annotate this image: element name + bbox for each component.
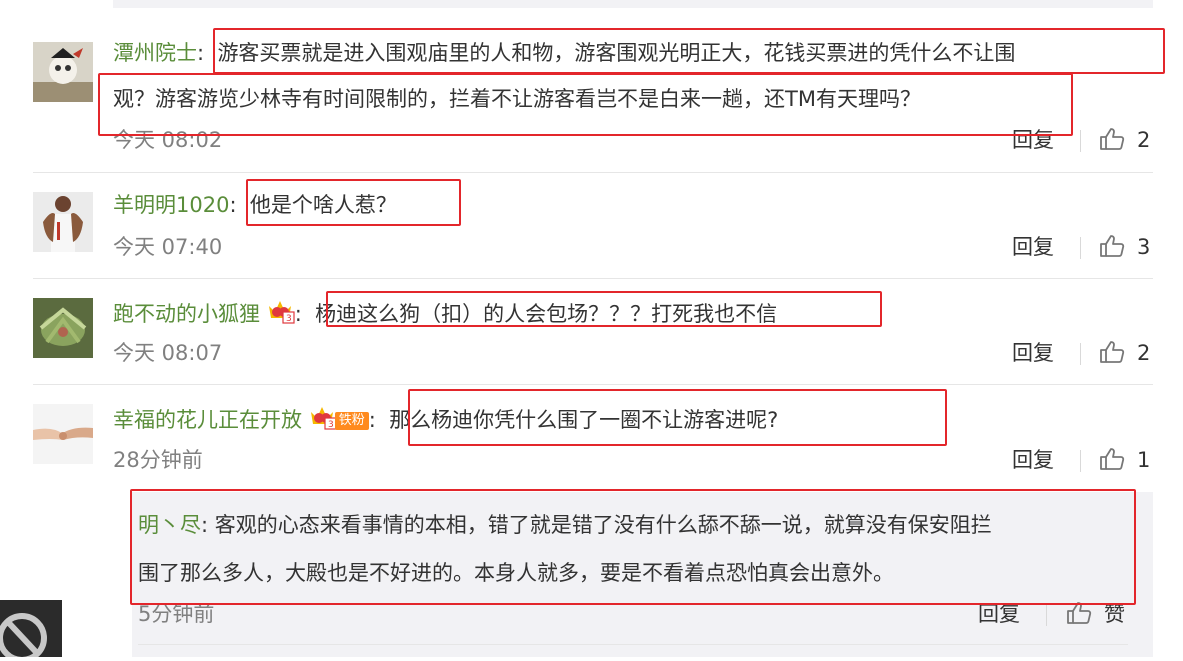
like-button[interactable]: 赞 xyxy=(1066,601,1125,627)
svg-text:3: 3 xyxy=(328,420,334,430)
thumbs-up-icon xyxy=(1100,341,1125,363)
action-divider xyxy=(1080,343,1081,365)
comment-divider xyxy=(33,384,1153,385)
member-crown-icon: 3 xyxy=(309,404,337,436)
username-link[interactable]: 跑不动的小狐狸 xyxy=(113,302,260,326)
action-divider xyxy=(1046,604,1047,626)
comment-line: 潭州院士: 游客买票就是进入围观庙里的人和物，游客围观光明正大，花钱买票进的凭什… xyxy=(113,40,1015,66)
like-button[interactable]: 2 xyxy=(1099,127,1150,153)
comment-text-continued: 观？游客游览少林寺有时间限制的，拦着不让游客看岂不是白来一趟，还TM有天理吗？ xyxy=(113,87,921,111)
action-divider xyxy=(1080,130,1081,152)
comment-text: 那么杨迪你凭什么围了一圈不让游客进呢? xyxy=(389,408,779,432)
username-link[interactable]: 潭州院士 xyxy=(113,41,197,65)
colon: : xyxy=(368,408,376,432)
member-crown-icon: 3 xyxy=(267,298,295,330)
comment-divider xyxy=(33,278,1153,279)
colon: : xyxy=(294,302,302,326)
comment-divider xyxy=(138,644,1128,645)
svg-text:3: 3 xyxy=(286,314,292,324)
colon: : xyxy=(197,41,205,65)
username-link[interactable]: 羊明明1020 xyxy=(113,193,229,217)
comment-text: 杨迪这么狗（扣）的人会包场？？？打死我也不信 xyxy=(315,302,778,326)
sub-reply-text-continued: 围了那么多人，大殿也是不好进的。本身人就多，要是不看着点恐怕真会出意外。 xyxy=(138,561,894,585)
like-count: 1 xyxy=(1137,448,1151,472)
comment-line: 跑不动的小狐狸 3 : 杨迪这么狗（扣）的人会包场？？？打死我也不信 xyxy=(113,298,777,330)
thumbs-up-icon xyxy=(1100,235,1125,257)
like-button[interactable]: 1 xyxy=(1099,447,1150,473)
reply-button[interactable]: 回复 xyxy=(1012,234,1054,260)
timestamp: 28分钟前 xyxy=(113,448,203,472)
timestamp: 5分钟前 xyxy=(138,602,215,626)
comment-text: 他是个啥人惹？ xyxy=(249,193,397,217)
play-circle-icon xyxy=(0,613,47,661)
comment-line: 羊明明1020: 他是个啥人惹？ xyxy=(113,192,397,218)
comment-text: 游客买票就是进入围观庙里的人和物，游客围观光明正大，花钱买票进的凭什么不让围 xyxy=(217,41,1016,65)
like-label: 赞 xyxy=(1104,602,1125,626)
reply-button[interactable]: 回复 xyxy=(1012,340,1054,366)
thumbs-up-icon xyxy=(1067,602,1092,624)
thumbs-up-icon xyxy=(1100,128,1125,150)
like-button[interactable]: 2 xyxy=(1099,340,1150,366)
comment-divider xyxy=(33,172,1153,173)
fan-badge: 铁粉 xyxy=(334,412,369,430)
like-count: 3 xyxy=(1137,235,1151,259)
avatar[interactable] xyxy=(33,42,93,102)
like-count: 2 xyxy=(1137,128,1151,152)
colon: : xyxy=(201,513,209,537)
action-divider xyxy=(1080,450,1081,472)
comment-line: 幸福的花儿正在开放 3 铁粉: 那么杨迪你凭什么围了一圈不让游客进呢? xyxy=(113,404,778,436)
username-link[interactable]: 明丶尽 xyxy=(138,513,201,537)
reply-button[interactable]: 回复 xyxy=(1012,447,1054,473)
thumbs-up-icon xyxy=(1100,448,1125,470)
reply-button[interactable]: 回复 xyxy=(978,601,1020,627)
overlay-corner-icon[interactable] xyxy=(0,600,62,661)
username-link[interactable]: 幸福的花儿正在开放 xyxy=(113,408,302,432)
previous-comment-strip xyxy=(113,0,1153,8)
avatar[interactable] xyxy=(33,192,93,252)
reply-button[interactable]: 回复 xyxy=(1012,127,1054,153)
like-button[interactable]: 3 xyxy=(1099,234,1150,260)
like-count: 2 xyxy=(1137,341,1151,365)
avatar[interactable] xyxy=(33,298,93,358)
colon: : xyxy=(229,193,237,217)
action-divider xyxy=(1080,237,1081,259)
timestamp: 今天 08:02 xyxy=(113,128,223,152)
timestamp: 今天 07:40 xyxy=(113,235,223,259)
avatar[interactable] xyxy=(33,404,93,464)
sub-reply-line: 明丶尽: 客观的心态来看事情的本相，错了就是错了没有什么舔不舔一说，就算没有保安… xyxy=(138,512,992,538)
sub-reply-text: 客观的心态来看事情的本相，错了就是错了没有什么舔不舔一说，就算没有保安阻拦 xyxy=(214,513,992,537)
timestamp: 今天 08:07 xyxy=(113,341,223,365)
